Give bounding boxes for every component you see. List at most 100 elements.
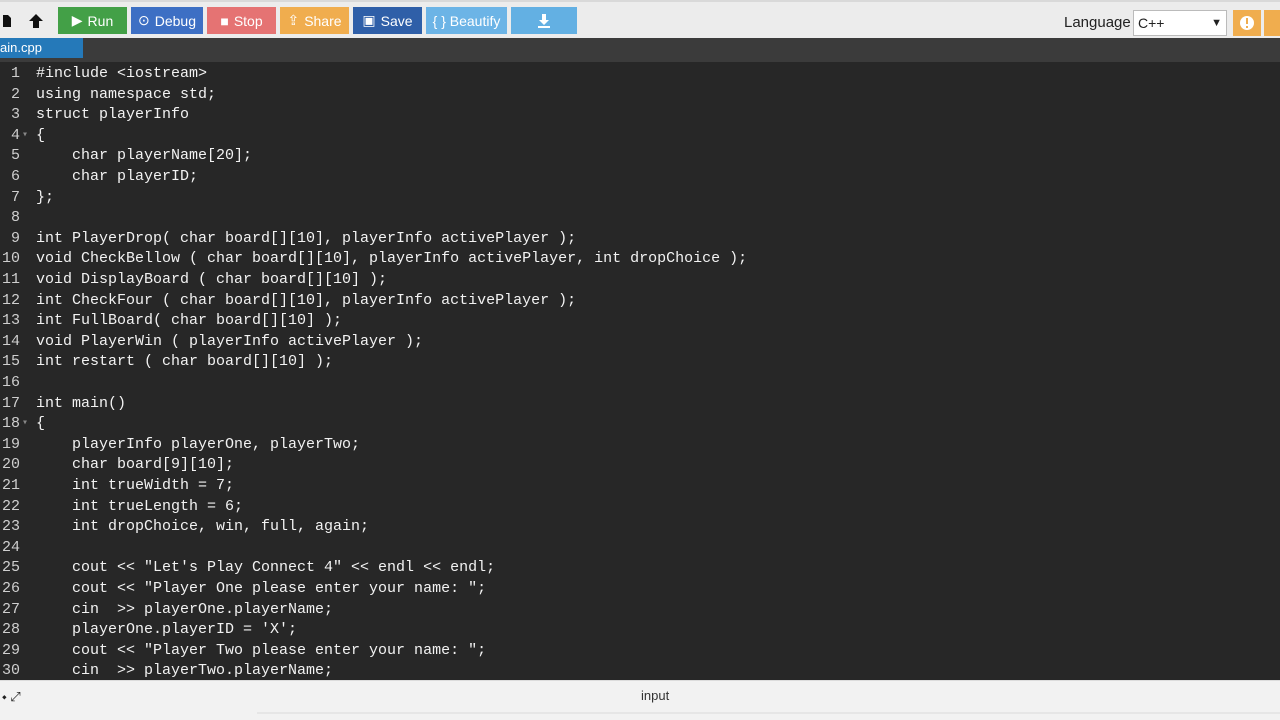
code-text: void PlayerWin ( playerInfo activePlayer… xyxy=(36,332,424,350)
divider xyxy=(257,712,1280,714)
code-line: 12 int CheckFour ( char board[][10], play… xyxy=(0,291,1280,311)
code-line: 28 playerOne.playerID = 'X'; xyxy=(0,620,1280,640)
code-line: 24 xyxy=(0,538,1280,558)
code-text: cout << "Player Two please enter your na… xyxy=(36,641,487,659)
code-text: { xyxy=(36,126,46,144)
code-text: int main() xyxy=(36,394,127,412)
input-tab-label[interactable]: input xyxy=(641,688,669,703)
line-number: 11 xyxy=(1,271,20,288)
run-button[interactable]: ▶ Run xyxy=(58,7,127,34)
play-icon: ▶ xyxy=(71,12,83,28)
code-line: 23 int dropChoice, win, full, again; xyxy=(0,517,1280,537)
line-number: 27 xyxy=(1,600,20,618)
line-number: 21 xyxy=(1,477,20,494)
file-icon xyxy=(3,14,11,27)
line-number: 26 xyxy=(1,580,20,597)
code-line: 6 char playerID; xyxy=(0,167,1280,187)
code-line: 27 cin >> playerOne.playerName; xyxy=(0,600,1280,620)
line-number: 18 xyxy=(1,415,20,433)
line-number: 24 xyxy=(1,538,20,556)
fold-icon[interactable]: ▾ xyxy=(22,126,28,146)
code-text: char playerName[20]; xyxy=(36,147,253,165)
line-number: 2 xyxy=(10,85,20,103)
line-number: 7 xyxy=(10,188,20,206)
code-text: cin >> playerTwo.playerName; xyxy=(36,662,334,680)
language-label: Language xyxy=(1064,14,1131,31)
home-button[interactable] xyxy=(0,7,14,34)
download-icon xyxy=(538,13,550,28)
chevron-down-icon: ▼ xyxy=(1211,17,1222,29)
code-text: playerInfo playerOne, playerTwo; xyxy=(36,435,361,453)
save-button[interactable]: ▣ Save xyxy=(353,7,422,34)
line-number: 16 xyxy=(1,374,20,391)
code-line: 13 int FullBoard( char board[][10] ); xyxy=(0,311,1280,331)
stop-button[interactable]: ■ Stop xyxy=(207,7,276,34)
tab-bar: ain.cpp xyxy=(0,38,1280,62)
line-number: 30 xyxy=(1,662,20,680)
warning-icon xyxy=(1240,16,1254,30)
line-number: 28 xyxy=(1,621,20,639)
tab-main-cpp[interactable]: ain.cpp xyxy=(0,38,83,58)
code-line: 26 cout << "Player One please enter your… xyxy=(0,579,1280,599)
line-number: 13 xyxy=(1,312,20,330)
code-text: cout << "Let's Play Connect 4" << endl <… xyxy=(36,559,496,577)
beautify-button[interactable]: { } Beautify xyxy=(426,7,507,34)
debug-button[interactable]: ⊙ Debug xyxy=(131,7,203,34)
code-line: 2 using namespace std; xyxy=(0,85,1280,105)
code-text: #include <iostream> xyxy=(36,65,208,82)
code-text: { xyxy=(36,415,46,433)
warning-button[interactable] xyxy=(1233,10,1261,36)
debug-icon: ⊙ xyxy=(138,12,150,28)
line-number: 1 xyxy=(10,65,20,82)
line-number: 20 xyxy=(1,456,20,474)
code-line: 21 int trueWidth = 7; xyxy=(0,476,1280,496)
fold-icon[interactable]: ▾ xyxy=(22,414,28,434)
bottom-bar: ⬩ ⤢ input xyxy=(0,680,1280,720)
code-text: char board[9][10]; xyxy=(36,456,235,474)
code-line: 4 ▾ { xyxy=(0,126,1280,146)
line-number: 22 xyxy=(1,497,20,515)
code-line: 29 cout << "Player Two please enter your… xyxy=(0,641,1280,661)
code-line: 7}; xyxy=(0,188,1280,208)
code-text: char playerID; xyxy=(36,168,199,185)
code-text: int trueLength = 6; xyxy=(36,497,244,515)
line-number: 6 xyxy=(10,168,20,185)
code-line: 22 int trueLength = 6; xyxy=(0,497,1280,517)
language-select[interactable]: C++ ▼ xyxy=(1133,10,1227,36)
toolbar: ▶ Run ⊙ Debug ■ Stop ⇪ Share ▣ Save { } … xyxy=(0,0,1280,38)
code-line: 16 xyxy=(0,373,1280,393)
code-text: int CheckFour ( char board[][10], player… xyxy=(36,291,577,309)
code-text: struct playerInfo xyxy=(36,106,190,124)
extra-button[interactable] xyxy=(1264,10,1280,36)
line-number: 14 xyxy=(1,332,20,350)
upload-button[interactable] xyxy=(17,7,55,34)
line-number: 8 xyxy=(10,209,20,227)
code-line: 5 char playerName[20]; xyxy=(0,146,1280,166)
download-button[interactable] xyxy=(511,7,577,34)
code-text: cout << "Player One please enter your na… xyxy=(36,580,487,597)
language-value: C++ xyxy=(1138,15,1165,31)
code-line: 11 void DisplayBoard ( char board[][10] )… xyxy=(0,270,1280,290)
line-number: 10 xyxy=(1,250,20,268)
code-text: int restart ( char board[][10] ); xyxy=(36,353,334,371)
code-editor[interactable]: 1 #include <iostream> 2 using namespace std… xyxy=(0,62,1280,680)
line-number: 9 xyxy=(10,229,20,247)
share-icon: ⇪ xyxy=(287,12,300,28)
line-number: 25 xyxy=(1,559,20,577)
line-number: 4 xyxy=(10,126,20,144)
code-line: 8 xyxy=(0,208,1280,228)
line-number: 17 xyxy=(1,394,20,412)
code-text: using namespace std; xyxy=(36,85,217,103)
code-text: int trueWidth = 7; xyxy=(36,477,235,494)
code-text: int dropChoice, win, full, again; xyxy=(36,518,370,536)
line-number: 29 xyxy=(1,641,20,659)
line-number: 23 xyxy=(1,518,20,536)
resize-icon[interactable]: ⬩ ⤢ xyxy=(2,689,21,705)
code-text: cin >> playerOne.playerName; xyxy=(36,600,334,618)
code-line: 18 ▾ { xyxy=(0,414,1280,434)
code-line: 9 int PlayerDrop( char board[][10], playe… xyxy=(0,229,1280,249)
line-number: 19 xyxy=(1,435,20,453)
code-text: }; xyxy=(36,188,55,206)
code-text: int FullBoard( char board[][10] ); xyxy=(36,312,343,330)
share-button[interactable]: ⇪ Share xyxy=(280,7,349,34)
